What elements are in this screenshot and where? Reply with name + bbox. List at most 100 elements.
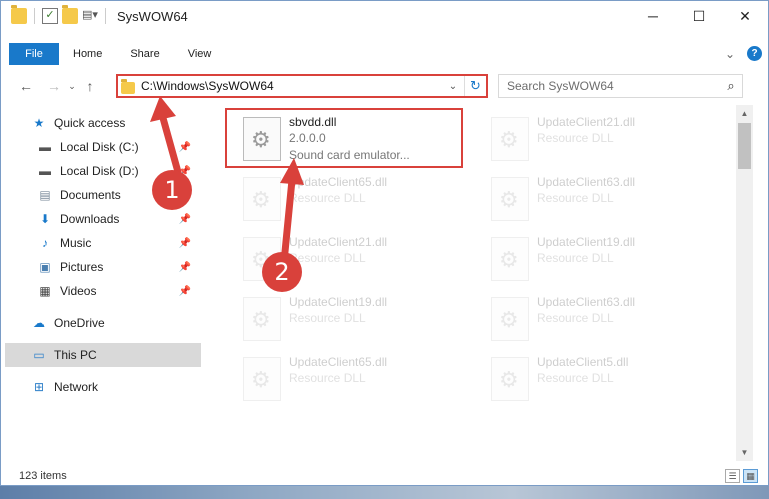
sidebar-item-local-disk-c[interactable]: ▬ Local Disk (C:) 📌 xyxy=(37,135,201,159)
tab-home[interactable]: Home xyxy=(59,43,116,65)
sidebar-item-pictures[interactable]: ▣ Pictures 📌 xyxy=(37,255,201,279)
customize-toolbar-icon[interactable]: ▤▾ xyxy=(82,8,98,24)
file-name: UpdateClient21.dll xyxy=(537,115,636,129)
sidebar-item-label: Quick access xyxy=(54,116,126,130)
ribbon-controls: ⌄ ? xyxy=(725,46,762,61)
recent-locations-icon[interactable]: ⌄ xyxy=(65,81,79,92)
sidebar-item-label: Music xyxy=(60,236,92,250)
view-buttons: ☰ ▦ xyxy=(725,469,758,483)
file-name: UpdateClient5.dll xyxy=(537,355,629,369)
file-name: UpdateClient65.dll xyxy=(289,355,388,369)
sidebar-item-music[interactable]: ♪ Music 📌 xyxy=(37,231,201,255)
minimize-button[interactable]: ─ xyxy=(630,1,676,31)
cloud-icon: ☁ xyxy=(33,316,45,330)
file-tile[interactable]: UpdateClient63.dll Resource DLL xyxy=(473,169,711,227)
scroll-up-icon[interactable]: ▲ xyxy=(736,105,753,122)
scroll-down-icon[interactable]: ▼ xyxy=(736,444,753,461)
dll-file-icon xyxy=(243,357,281,401)
dll-file-icon xyxy=(491,117,529,161)
pin-icon[interactable]: 📌 xyxy=(179,238,191,249)
file-description: Resource DLL xyxy=(537,251,614,265)
file-description: Resource DLL xyxy=(289,371,366,385)
tab-share[interactable]: Share xyxy=(116,43,173,65)
file-tile[interactable]: UpdateClient21.dll Resource DLL xyxy=(473,109,711,167)
status-bar: 123 items ☰ ▦ xyxy=(1,465,768,487)
folder-icon xyxy=(11,5,27,24)
file-name: UpdateClient21.dll xyxy=(289,235,388,249)
sidebar-item-label: Local Disk (C:) xyxy=(60,140,139,154)
file-tile[interactable]: UpdateClient19.dll Resource DLL xyxy=(473,229,711,287)
vertical-scrollbar[interactable]: ▲ ▼ xyxy=(736,105,753,461)
ribbon-tabs: File Home Share View ⌄ ? xyxy=(1,43,768,65)
file-tile[interactable]: UpdateClient65.dll Resource DLL xyxy=(225,169,463,227)
address-dropdown-icon[interactable]: ⌄ xyxy=(442,81,464,92)
star-icon: ★ xyxy=(33,116,45,130)
file-description: Resource DLL xyxy=(537,191,614,205)
sidebar-item-label: Pictures xyxy=(60,260,104,274)
file-tile[interactable]: UpdateClient19.dll Resource DLL xyxy=(225,289,463,347)
pictures-icon: ▣ xyxy=(39,260,51,274)
search-input[interactable]: Search SysWOW64 xyxy=(499,79,720,93)
dll-file-icon xyxy=(243,177,281,221)
dll-file-icon xyxy=(491,297,529,341)
explorer-window: ✓ ▤▾ SysWOW64 ─ ☐ ✕ File Home Share View… xyxy=(0,0,769,486)
address-bar[interactable]: C:\Windows\SysWOW64 ⌄ ↻ xyxy=(116,74,488,98)
details-view-icon[interactable]: ☰ xyxy=(725,469,740,483)
file-tile[interactable]: UpdateClient21.dll Resource DLL xyxy=(225,229,463,287)
refresh-icon[interactable]: ↻ xyxy=(464,76,486,96)
item-count: 123 items xyxy=(19,470,67,482)
new-folder-icon[interactable] xyxy=(62,5,78,24)
file-highlight-box xyxy=(225,108,463,168)
sidebar-item-onedrive[interactable]: ☁ OneDrive xyxy=(31,311,201,335)
sidebar-item-this-pc[interactable]: ▭ This PC xyxy=(5,343,201,367)
properties-icon[interactable]: ✓ xyxy=(42,8,58,24)
file-description: Resource DLL xyxy=(289,251,366,265)
tiles-view-icon[interactable]: ▦ xyxy=(743,469,758,483)
documents-icon: ▤ xyxy=(39,188,51,202)
forward-arrow-icon[interactable]: → xyxy=(43,78,65,94)
drive-icon: ▬ xyxy=(39,164,51,178)
file-tile[interactable]: UpdateClient5.dll Resource DLL xyxy=(473,349,711,407)
pin-icon[interactable]: 📌 xyxy=(179,286,191,297)
close-button[interactable]: ✕ xyxy=(722,1,768,31)
file-description: Resource DLL xyxy=(537,371,614,385)
file-name: UpdateClient19.dll xyxy=(289,295,388,309)
maximize-button[interactable]: ☐ xyxy=(676,1,722,31)
step-2-badge: 2 xyxy=(262,252,302,292)
up-arrow-icon[interactable]: ↑ xyxy=(79,78,101,94)
expand-ribbon-icon[interactable]: ⌄ xyxy=(725,47,735,61)
sidebar-item-network[interactable]: ⊞ Network xyxy=(31,375,201,399)
sidebar-item-label: Network xyxy=(54,380,99,394)
sidebar-item-downloads[interactable]: ⬇ Downloads 📌 xyxy=(37,207,201,231)
videos-icon: ▦ xyxy=(39,284,51,298)
file-tile[interactable]: UpdateClient65.dll Resource DLL xyxy=(225,349,463,407)
pin-icon[interactable]: 📌 xyxy=(179,142,191,153)
sidebar-item-videos[interactable]: ▦ Videos 📌 xyxy=(37,279,201,303)
back-arrow-icon[interactable]: ← xyxy=(15,78,37,94)
tab-view[interactable]: View xyxy=(174,43,226,65)
sidebar-item-label: Documents xyxy=(60,188,121,202)
drive-icon: ▬ xyxy=(39,140,51,154)
folder-icon xyxy=(121,78,135,94)
window-title: SysWOW64 xyxy=(117,8,188,24)
file-tile[interactable]: UpdateClient63.dll Resource DLL xyxy=(473,289,711,347)
sidebar-item-label: Videos xyxy=(60,284,97,298)
file-name: UpdateClient65.dll xyxy=(289,175,388,189)
pin-icon[interactable]: 📌 xyxy=(179,262,191,273)
address-path[interactable]: C:\Windows\SysWOW64 xyxy=(141,79,442,93)
navigation-pane: ★ Quick access ▬ Local Disk (C:) 📌 ▬ Loc… xyxy=(1,109,207,459)
search-box[interactable]: Search SysWOW64 ⌕ xyxy=(498,74,743,98)
file-description: Resource DLL xyxy=(289,311,366,325)
file-description: Resource DLL xyxy=(537,131,614,145)
search-icon[interactable]: ⌕ xyxy=(720,78,742,94)
desktop-background xyxy=(0,486,769,499)
sidebar-item-quick-access[interactable]: ★ Quick access xyxy=(31,111,201,135)
help-icon[interactable]: ? xyxy=(747,46,762,61)
sidebar-item-label: OneDrive xyxy=(54,316,105,330)
scrollbar-thumb[interactable] xyxy=(738,123,751,169)
quick-access-toolbar: ✓ ▤▾ xyxy=(1,5,109,24)
tab-file[interactable]: File xyxy=(9,43,59,65)
navigation-bar: ← → ⌄ ↑ C:\Windows\SysWOW64 ⌄ ↻ Search S… xyxy=(1,71,768,101)
pin-icon[interactable]: 📌 xyxy=(179,214,191,225)
download-icon: ⬇ xyxy=(39,212,51,226)
